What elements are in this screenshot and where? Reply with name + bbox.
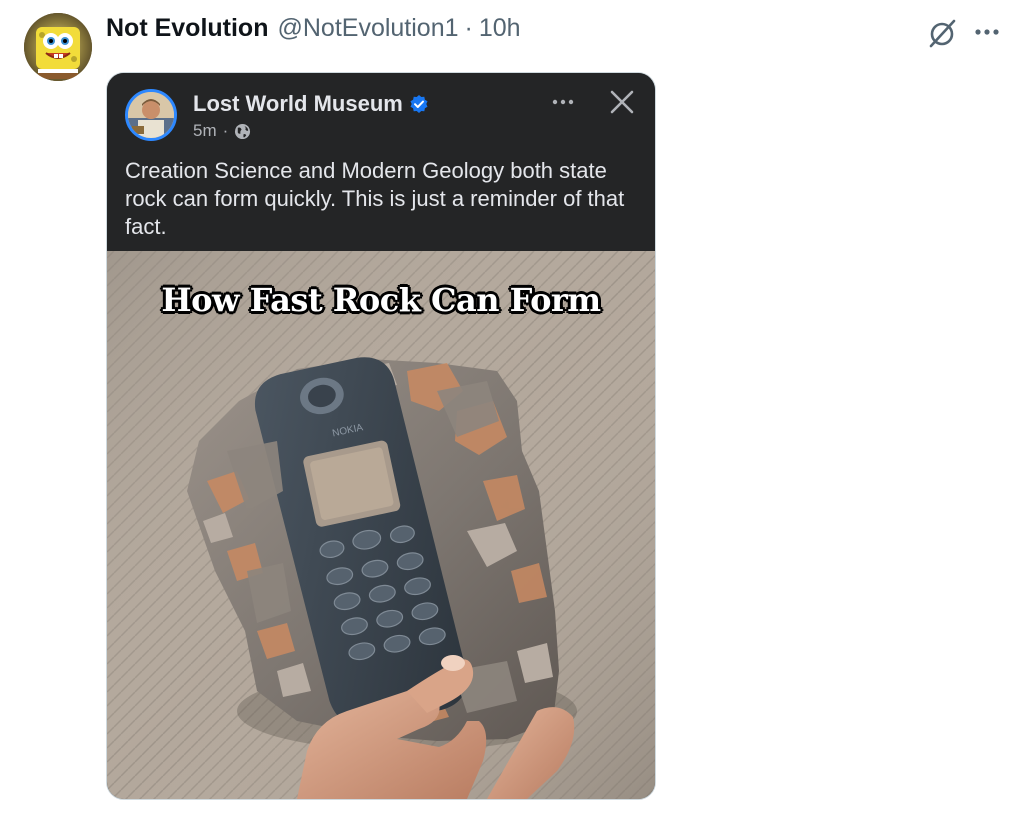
page-avatar [125,89,177,141]
page-name: Lost World Museum [193,91,403,116]
more-icon[interactable] [970,17,1004,47]
rock-phone-photo: NOKIA How Fast Rock Can Form [107,251,655,799]
tweet-timestamp[interactable]: 10h [479,14,521,43]
post-time: 5m [193,121,217,140]
meme-caption: How Fast Rock Can Form [161,281,601,319]
page-name-row: Lost World Museum [193,91,429,117]
post-meta: 5m · [193,121,251,141]
tweet-media-image[interactable]: Lost World Museum 5m · Creation Science … [106,72,656,800]
grok-icon[interactable] [926,17,958,49]
tweet-header: Not Evolution @NotEvolution1 · 10h [106,14,521,48]
verified-badge-icon [410,95,428,113]
display-name[interactable]: Not Evolution [106,14,268,43]
embedded-post-header: Lost World Museum 5m · Creation Science … [107,73,655,251]
phone-in-rock-illustration: NOKIA [107,251,655,799]
person-portrait-icon [128,92,174,138]
globe-icon [235,123,251,139]
post-options-icon [552,99,574,105]
close-icon [610,90,634,114]
tweet: Not Evolution @NotEvolution1 · 10h Lost … [0,0,1033,822]
avatar[interactable] [24,13,92,81]
user-handle[interactable]: @NotEvolution1 [277,14,458,43]
post-text: Creation Science and Modern Geology both… [125,158,625,239]
meta-separator: · [222,121,229,140]
separator-dot: · [464,14,473,42]
spongebob-avatar-icon [24,13,92,81]
